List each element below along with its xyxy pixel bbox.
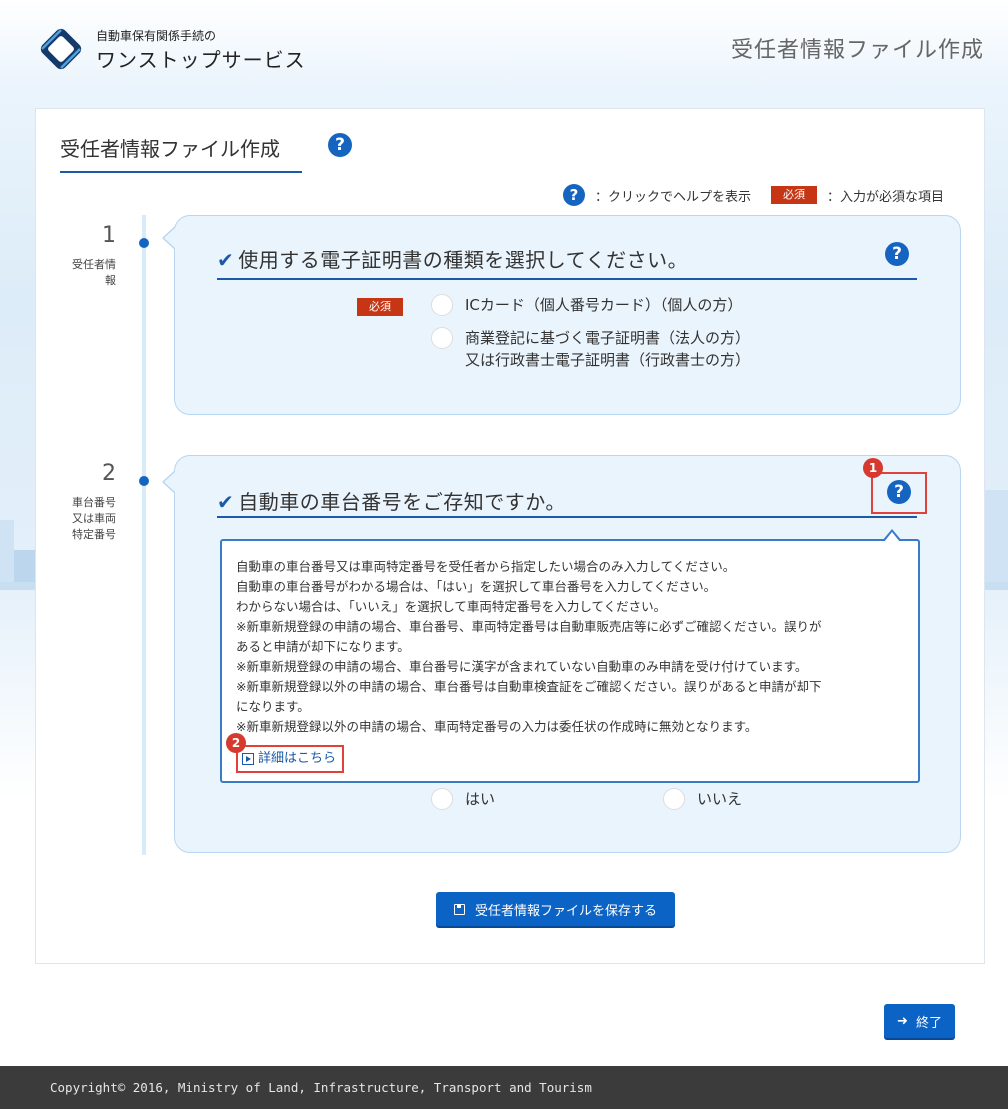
- radio-button[interactable]: [431, 327, 453, 349]
- exit-button[interactable]: ➜ 終了: [884, 1004, 955, 1038]
- step-dot: [139, 238, 149, 248]
- check-icon: ✔: [217, 490, 235, 514]
- question-underline: [217, 278, 917, 280]
- question-panel-1: ✔ 使用する電子証明書の種類を選択してください。 ? 必須 ICカード（個人番号カ…: [162, 215, 961, 415]
- required-badge: 必須: [357, 298, 403, 316]
- title-underline: [60, 171, 302, 173]
- radio-option-corporate-cert[interactable]: 商業登記に基づく電子証明書（法人の方） 又は行政書士電子証明書（行政書士の方）: [431, 327, 750, 371]
- play-icon: [242, 753, 254, 765]
- step-label: 車台番号 又は車両 特定番号: [72, 496, 116, 541]
- radio-button[interactable]: [431, 294, 453, 316]
- save-icon: [453, 903, 465, 915]
- help-circle-icon[interactable]: ?: [887, 480, 911, 504]
- radio-option-yes[interactable]: はい: [431, 788, 495, 810]
- brand-title: ワンストップサービス: [96, 48, 306, 72]
- radio-button[interactable]: [663, 788, 685, 810]
- help-circle-icon: ?: [562, 184, 585, 206]
- step-dot: [139, 476, 149, 486]
- main-card: 受任者情報ファイル作成 ? ? ：クリックでヘルプを表示 必須 ：入力が必須な項…: [35, 108, 985, 964]
- help-circle-icon[interactable]: ?: [885, 242, 909, 266]
- brand-subtitle: 自動車保有関係手続の: [96, 29, 217, 43]
- step-timeline: [142, 215, 146, 855]
- annotation-marker: 2: [226, 733, 246, 753]
- step-label: 受任者情 報: [72, 258, 116, 287]
- header-page-title: 受任者情報ファイル作成: [730, 38, 984, 63]
- radio-option-no[interactable]: いいえ: [663, 788, 742, 810]
- step-number: 1: [102, 223, 116, 248]
- legend-help-text: ：クリックでヘルプを表示: [594, 189, 751, 205]
- page-title: 受任者情報ファイル作成: [60, 137, 280, 161]
- question-underline: [217, 516, 917, 518]
- radio-option-ic-card[interactable]: ICカード（個人番号カード）（個人の方）: [431, 294, 742, 316]
- detail-link[interactable]: 詳細はこちら: [236, 745, 345, 773]
- help-tooltip: 自動車の車台番号又は車両特定番号を受任者から指定したい場合のみ入力してください。…: [220, 529, 920, 783]
- exit-icon: ➜: [897, 1013, 908, 1029]
- save-button[interactable]: 受任者情報ファイルを保存する: [436, 892, 675, 926]
- annotation-marker: 1: [863, 458, 883, 478]
- question-title: ✔ 自動車の車台番号をご存知ですか。: [217, 490, 566, 514]
- help-circle-icon[interactable]: ?: [328, 133, 352, 157]
- required-badge: 必須: [770, 186, 817, 204]
- footer: Copyright© 2016, Ministry of Land, Infra…: [0, 1066, 1008, 1109]
- legend-required-text: ：入力が必須な項目: [826, 189, 944, 205]
- logo-icon: [40, 28, 82, 70]
- radio-button[interactable]: [431, 788, 453, 810]
- copyright-text: Copyright© 2016, Ministry of Land, Infra…: [50, 1080, 592, 1095]
- legend: ? ：クリックでヘルプを表示 必須 ：入力が必須な項目: [562, 183, 944, 207]
- question-title: ✔ 使用する電子証明書の種類を選択してください。: [217, 248, 689, 272]
- header: 自動車保有関係手続の ワンストップサービス 受任者情報ファイル作成: [0, 0, 1008, 90]
- step-number: 2: [102, 461, 116, 486]
- check-icon: ✔: [217, 248, 235, 272]
